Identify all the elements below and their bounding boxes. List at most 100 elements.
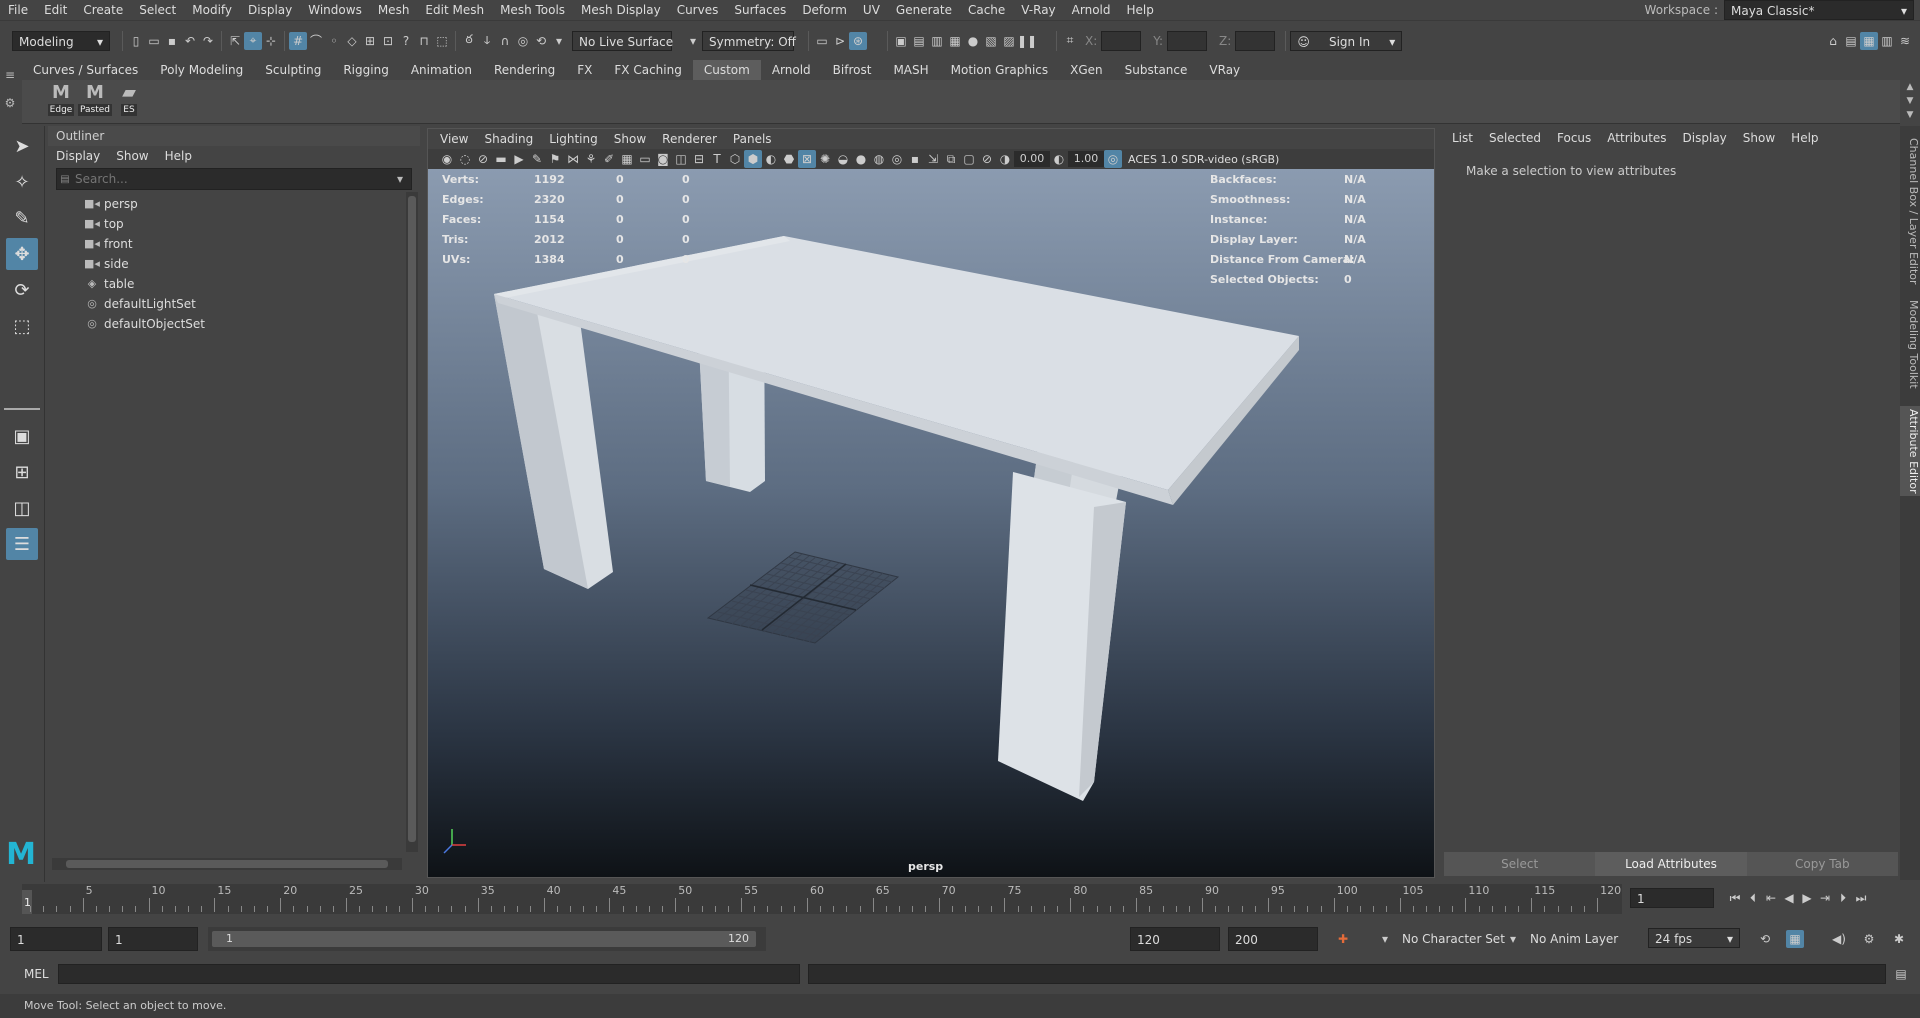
time-ticks[interactable]: 1 5 10 15 20 25 30 35 40 45 50 55 60 65 70 75 80 85 90 95 1… <box>22 884 1622 914</box>
play-backwards-icon[interactable]: ◀ <box>1780 889 1798 907</box>
script-editor-icon[interactable]: ▤ <box>1892 965 1910 983</box>
light-editor-icon[interactable]: ▨ <box>1000 32 1018 50</box>
depth-of-field-icon[interactable]: ▪ <box>906 150 924 168</box>
menu-display[interactable]: Display <box>240 0 300 20</box>
lasso-tool-icon[interactable]: ✧ <box>6 166 38 198</box>
outliner-item-defaultobjectset[interactable]: ◎ defaultObjectSet <box>48 314 420 334</box>
construction-history-icon[interactable]: ▭ <box>813 32 831 50</box>
select-hierarchy-icon[interactable]: ⇱ <box>226 32 244 50</box>
gate-mask-icon[interactable]: ▦ <box>618 150 636 168</box>
resolution-gate-icon[interactable]: ✐ <box>600 150 618 168</box>
menu-edit[interactable]: Edit <box>36 0 75 20</box>
text-icon[interactable]: T <box>708 150 726 168</box>
input-ops-icon[interactable]: ⊳ <box>831 32 849 50</box>
xray-icon[interactable]: ⊠ <box>798 150 816 168</box>
filter-icon[interactable]: ▤ <box>57 174 73 185</box>
toggle-channel-box-icon[interactable]: ▥ <box>1878 32 1896 50</box>
auto-key-icon[interactable]: ✚ <box>1334 930 1352 948</box>
undo-icon[interactable]: ↶ <box>181 32 199 50</box>
viewport-menu-show[interactable]: Show <box>606 129 654 149</box>
attribute-menu-selected[interactable]: Selected <box>1481 128 1549 148</box>
render-view-icon[interactable]: ▣ <box>892 32 910 50</box>
shelf-tab-motion-graphics[interactable]: Motion Graphics <box>940 60 1060 80</box>
step-forward-key-icon[interactable]: ⇥ <box>1816 889 1834 907</box>
menu-mesh-tools[interactable]: Mesh Tools <box>492 0 573 20</box>
shelf-tab-poly-modeling[interactable]: Poly Modeling <box>149 60 254 80</box>
exposure-icon[interactable]: ◑ <box>996 150 1014 168</box>
shelf-tab-rendering[interactable]: Rendering <box>483 60 566 80</box>
layers-icon[interactable]: ≋ <box>1896 32 1914 50</box>
select-object-icon[interactable]: ⌖ <box>244 31 262 50</box>
step-forward-frame-icon[interactable]: ⏵ <box>1834 889 1852 907</box>
redo-icon[interactable]: ↷ <box>199 32 217 50</box>
scale-tool-icon[interactable]: ⬚ <box>6 310 38 342</box>
pick-icon[interactable]: ⬚ <box>433 32 451 50</box>
help-icon[interactable]: ? <box>397 32 415 50</box>
search-input[interactable] <box>73 171 397 187</box>
shelf-button-es[interactable]: ▰ ES <box>113 82 145 122</box>
shelf-tab-xgen[interactable]: XGen <box>1059 60 1114 80</box>
render-settings-icon[interactable]: ⊛ <box>849 31 867 50</box>
wireframe-icon[interactable]: ⬡ <box>726 150 744 168</box>
viewport-canvas[interactable]: Verts: 1192 0 0 Edges: 2320 0 0 Faces: 1154 0 0 Tris… <box>428 169 1434 877</box>
camera-select-icon[interactable]: ◉ <box>438 150 456 168</box>
ipr-render-icon[interactable]: ▥ <box>928 32 946 50</box>
outliner-item-table[interactable]: ◈ table <box>48 274 420 294</box>
outliner-item-persp[interactable]: ■◂ persp <box>48 194 420 214</box>
shelf-button-edge[interactable]: M Edge <box>45 82 77 122</box>
bookmark-flag-icon[interactable]: ⚑ <box>546 150 564 168</box>
command-input[interactable] <box>58 964 800 984</box>
anim-layer-label[interactable]: No Anim Layer <box>1530 932 1618 946</box>
copy-tab-button[interactable]: Copy Tab <box>1746 852 1898 876</box>
exposure-field[interactable]: 0.00 <box>1014 151 1050 167</box>
shelf-tab-fx[interactable]: FX <box>566 60 603 80</box>
menu-icon[interactable]: ≡ <box>0 68 20 82</box>
anti-alias-icon[interactable]: ◎ <box>888 150 906 168</box>
scroll-thumb[interactable] <box>408 196 416 842</box>
tab-channel-box[interactable]: Channel Box / Layer Editor <box>1900 136 1920 286</box>
range-handle[interactable]: 1 120 <box>212 931 756 947</box>
menu-deform[interactable]: Deform <box>794 0 855 20</box>
isolate-select-icon[interactable]: ⇲ <box>924 150 942 168</box>
outliner-menu-display[interactable]: Display <box>48 146 108 166</box>
sound-icon[interactable]: ◀) <box>1830 930 1848 948</box>
playback-start-field[interactable]: 1 <box>108 927 198 951</box>
default-material-icon[interactable]: ◐ <box>762 150 780 168</box>
snap-surface-icon[interactable]: ⊡ <box>379 32 397 50</box>
menu-help[interactable]: Help <box>1119 0 1162 20</box>
select-tool-icon[interactable]: ➤ <box>6 130 38 162</box>
rotate-tool-icon[interactable]: ⟳ <box>6 274 38 306</box>
outliner-item-defaultlightset[interactable]: ◎ defaultLightSet <box>48 294 420 314</box>
shelf-tab-substance[interactable]: Substance <box>1114 60 1199 80</box>
new-scene-icon[interactable]: ▯ <box>127 32 145 50</box>
camera-attributes-icon[interactable]: ◌ <box>456 150 474 168</box>
loop-icon[interactable]: ⟲ <box>1756 930 1774 948</box>
outliner-vscrollbar[interactable] <box>406 192 418 852</box>
chevron-down-icon[interactable]: ▾ <box>684 32 702 50</box>
command-language-label[interactable]: MEL <box>24 967 49 981</box>
paint-select-icon[interactable]: ↆ <box>478 32 496 50</box>
menu-uv[interactable]: UV <box>855 0 888 20</box>
attribute-menu-attributes[interactable]: Attributes <box>1599 128 1674 148</box>
select-button[interactable]: Select <box>1444 852 1596 876</box>
chevron-down-icon[interactable]: ▾ <box>1504 930 1522 948</box>
shelf-tab-sculpting[interactable]: Sculpting <box>254 60 332 80</box>
snap-view-icon[interactable]: ◇ <box>343 32 361 50</box>
end-time-field[interactable]: 200 <box>1228 927 1318 951</box>
range-bar[interactable]: 1 120 <box>208 927 766 951</box>
menu-cache[interactable]: Cache <box>960 0 1013 20</box>
outliner-menu-help[interactable]: Help <box>157 146 200 166</box>
menu-mesh-display[interactable]: Mesh Display <box>573 0 669 20</box>
menu-file[interactable]: File <box>0 0 36 20</box>
single-perspective-layout-icon[interactable]: ▣ <box>6 420 38 452</box>
snap-curve-icon[interactable]: ⌒ <box>307 32 325 50</box>
gamma-field[interactable]: 1.00 <box>1068 151 1104 167</box>
xray-active-icon[interactable]: ▢ <box>960 150 978 168</box>
gear-icon[interactable]: ⚙ <box>0 96 20 110</box>
menu-windows[interactable]: Windows <box>300 0 370 20</box>
film-gate-icon[interactable]: ⚘ <box>582 150 600 168</box>
lock-icon[interactable]: ⊓ <box>415 32 433 50</box>
outliner-hscrollbar[interactable] <box>52 858 402 870</box>
lasso-icon[interactable]: ఠ <box>460 32 478 50</box>
menu-surfaces[interactable]: Surfaces <box>726 0 794 20</box>
